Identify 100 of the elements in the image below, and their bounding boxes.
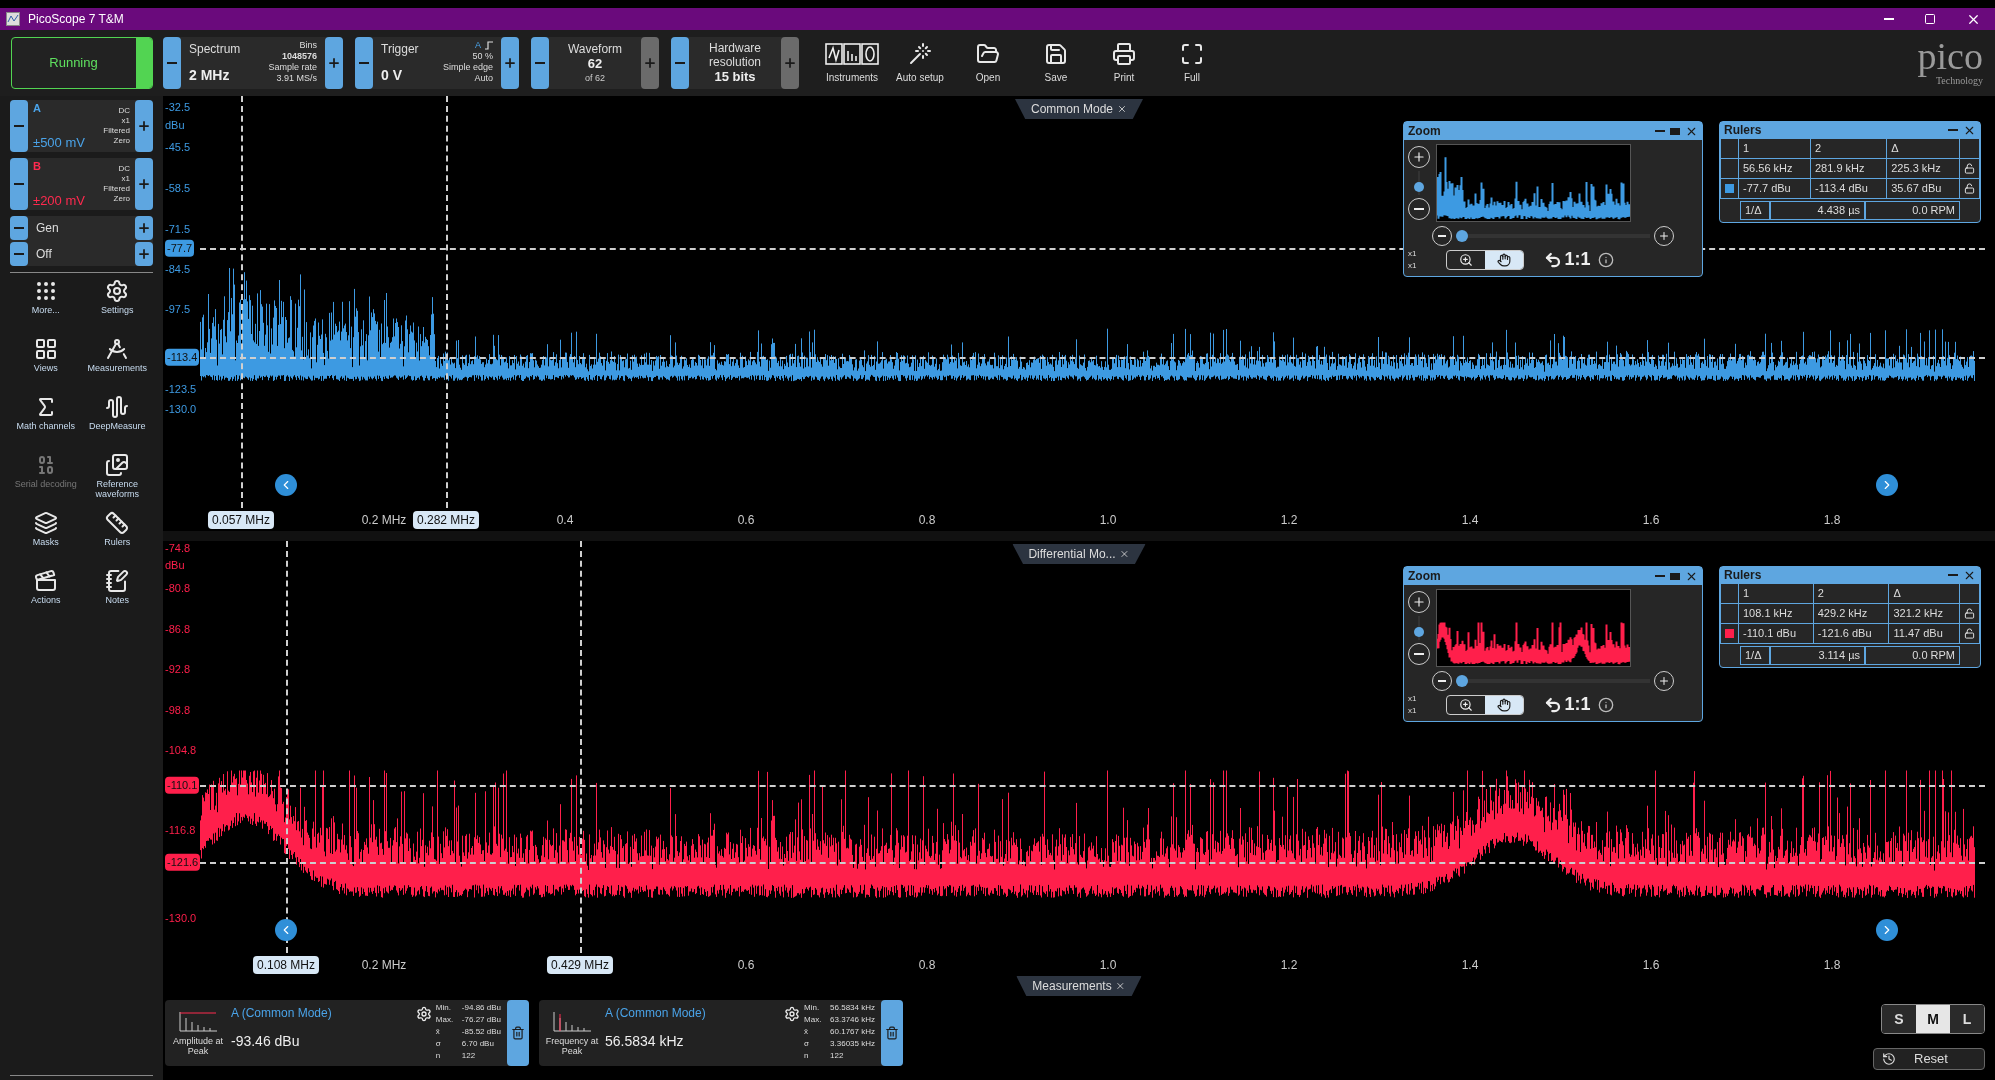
control-value: 15 bits [714,68,756,86]
channel-detail: Zero [113,136,130,146]
panel-title: Rulers [1724,567,1762,584]
control-detail: of 62 [585,72,605,84]
plus-button[interactable] [135,100,153,152]
pan-tool-button[interactable] [1485,695,1524,714]
tool-button[interactable]: More... [10,279,82,331]
tool-button[interactable]: Masks [10,511,82,563]
ruler-line[interactable] [200,862,1985,864]
measurement-value: 56.5834 kHz [605,1032,685,1051]
instruments-icon [825,41,879,66]
zoom-scale: x1 [1408,692,1417,705]
reset-zoom-button[interactable]: 1:1 [1544,246,1591,273]
plus-button[interactable] [135,158,153,210]
reset-zoom-button[interactable]: 1:1 [1544,691,1591,718]
minus-icon [1438,680,1446,682]
ruler-line[interactable] [580,541,582,953]
ruler-position-badge[interactable]: 0.282 MHz [413,511,479,529]
tool-button[interactable]: Measurements [81,337,153,389]
plus-button[interactable] [325,37,343,89]
minus-button[interactable] [163,37,181,89]
horizontal-zoom-slider[interactable] [1456,230,1650,242]
tool-button[interactable]: Notes [81,569,153,621]
delete-button[interactable] [507,1000,529,1066]
peak-spectrum-icon [552,1010,592,1032]
toolbar-button[interactable]: Open [957,41,1019,85]
grid-icon [33,337,58,361]
reset-button[interactable]: Reset [1873,1048,1985,1070]
plot-tab[interactable]: Common Mode [1015,99,1143,119]
plus-button[interactable] [501,37,519,89]
minus-button[interactable] [10,216,28,240]
measurement-channel[interactable]: A (Common Mode) [605,1004,785,1022]
channel-detail: Filtered [103,126,130,136]
minus-icon [167,62,177,64]
minus-button[interactable] [671,37,689,89]
measurement-name: Amplitude at Peak [172,1036,224,1056]
plus-icon [1658,675,1670,687]
horizontal-zoom-slider[interactable] [1456,675,1650,687]
control-detail: Auto [474,73,493,84]
images-icon [105,453,130,477]
minus-button[interactable] [531,37,549,89]
plot-tab[interactable]: Differential Mo... [1012,544,1146,564]
size-button[interactable]: S [1882,1005,1916,1033]
measurements-tab[interactable]: Measurements [1016,976,1142,996]
scroll-right-button[interactable] [1876,919,1898,941]
ruler-position-badge[interactable]: 0.429 MHz [547,956,613,974]
toolbar-button[interactable]: Instruments [821,41,883,85]
tool-button[interactable]: Actions [10,569,82,621]
maximize-icon [1670,572,1680,580]
minus-button[interactable] [10,242,28,266]
size-button[interactable]: M [1916,1005,1950,1033]
history-icon [1882,1052,1896,1066]
stat-label: Max. [804,1014,823,1026]
tool-button[interactable]: Settings [81,279,153,331]
ruler-position-badge[interactable]: 0.057 MHz [208,511,274,529]
info-icon [1598,251,1615,268]
table-cell: -77.7 dBu [1738,178,1811,199]
scroll-right-button[interactable] [1876,474,1898,496]
minus-icon [1414,653,1424,655]
axis-tick-label: 0.2 MHz [361,512,407,529]
toolbar-button[interactable]: Full [1161,41,1223,85]
stat-value: 122 [830,1050,844,1062]
minus-button[interactable] [10,100,28,152]
axis-tick-label: -130.0 [165,401,197,417]
minus-icon [1438,235,1446,237]
vertical-zoom-slider[interactable] [1414,171,1424,195]
scroll-left-button[interactable] [275,919,297,941]
toolbar-button[interactable]: Auto setup [889,41,951,85]
ruler-line[interactable] [200,357,1985,359]
zoom-scale: x1 [1408,247,1417,260]
folder-icon [976,41,1000,66]
ruler-position-badge[interactable]: 0.108 MHz [253,956,319,974]
plus-button[interactable] [135,216,153,240]
scroll-left-button[interactable] [275,474,297,496]
ruler-line[interactable] [200,785,1985,787]
vertical-zoom-slider[interactable] [1414,616,1424,640]
toolbar-button[interactable]: Save [1025,41,1087,85]
tool-button[interactable]: Math channels [10,395,82,447]
settings-icon [784,1006,801,1022]
tool-button[interactable]: Reference waveforms [81,453,153,505]
pan-tool-button[interactable] [1485,250,1524,269]
measurement-value: -93.46 dBu [231,1032,301,1051]
trigger-channel: A [475,40,481,51]
tool-button[interactable]: DeepMeasure [81,395,153,447]
ruler-line[interactable] [446,96,448,508]
axis-tick-label: -32.5 [165,99,191,115]
minus-button[interactable] [10,158,28,210]
tool-button[interactable]: Views [10,337,82,389]
measurement-channel[interactable]: A (Common Mode) [231,1004,416,1022]
tool-button[interactable]: Rulers [81,511,153,563]
minus-button[interactable] [355,37,373,89]
toolbar-button[interactable]: Print [1093,41,1155,85]
running-button[interactable]: Running [10,37,153,89]
axis-tick-label: -80.8 [165,580,191,596]
plus-button[interactable] [135,242,153,266]
delete-button[interactable] [881,1000,903,1066]
minimize-icon [1884,18,1894,20]
stat-label: Max. [435,1014,455,1026]
size-button[interactable]: L [1950,1005,1984,1033]
ruler-line[interactable] [241,96,243,508]
